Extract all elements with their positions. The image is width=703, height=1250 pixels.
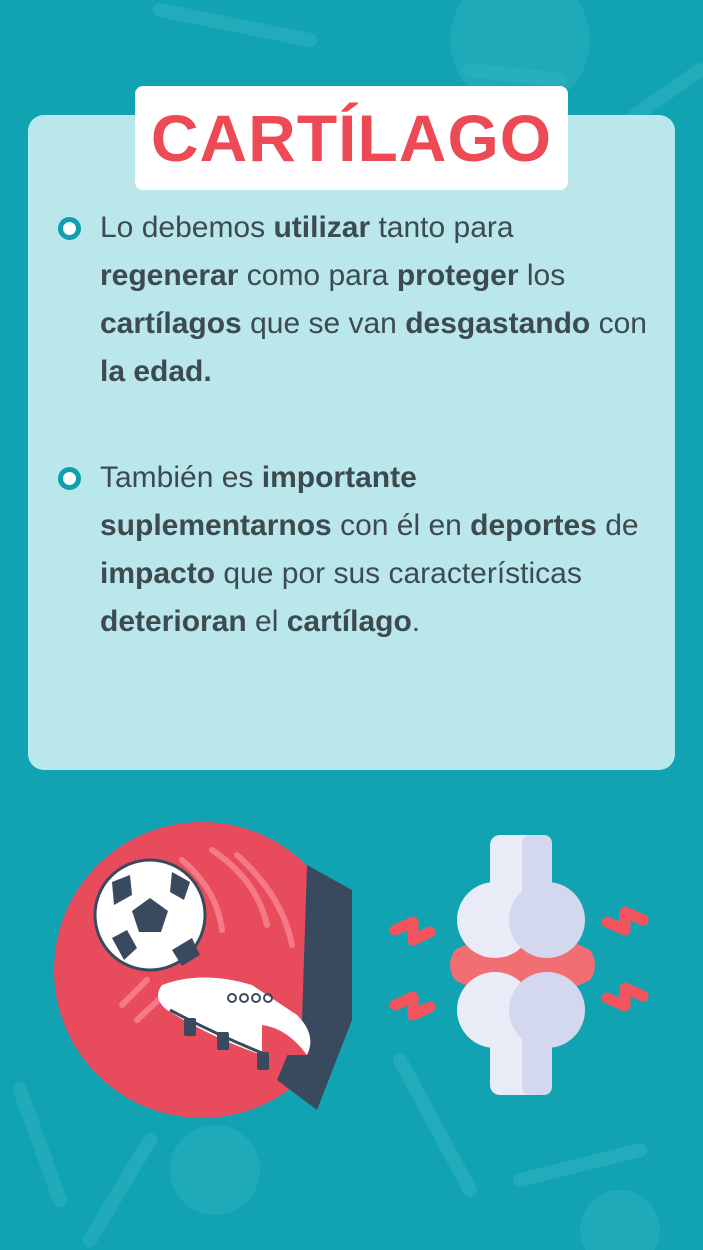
soccer-kick-icon (54, 822, 352, 1118)
text-segment: tanto para (370, 211, 514, 244)
bullet-list: Lo debemos utilizar tanto para regenerar… (58, 204, 653, 646)
text-segment-bold: utilizar (273, 211, 371, 244)
text-segment: como para (238, 259, 397, 292)
ring-bullet-icon (58, 217, 81, 240)
text-segment: los (518, 259, 566, 292)
text-segment: Lo debemos (100, 211, 274, 244)
text-segment: de (596, 509, 639, 542)
text-segment: . (411, 605, 421, 638)
text-segment-bold: proteger (396, 259, 519, 292)
text-segment: con él en (331, 509, 471, 542)
text-segment-bold: desgastando (405, 307, 591, 340)
ring-bullet-icon (58, 467, 81, 490)
bullet-text: Lo debemos utilizar tanto para regenerar… (100, 211, 647, 388)
bullet-item: Lo debemos utilizar tanto para regenerar… (58, 204, 653, 396)
page-title: CARTÍLAGO (150, 101, 553, 175)
text-segment: También es (100, 461, 262, 494)
text-segment-bold: la edad. (100, 355, 212, 388)
text-segment-bold: cartílago (286, 605, 412, 638)
bullet-text: También es importante suplementarnos con… (100, 461, 639, 638)
text-segment-bold: regenerar (100, 259, 239, 292)
text-segment-bold: deterioran (100, 605, 247, 638)
text-segment-bold: impacto (100, 557, 216, 590)
text-segment: que se van (241, 307, 406, 340)
text-segment-bold: deportes (470, 509, 597, 542)
text-segment: que por sus características (215, 557, 582, 590)
knee-joint-pain-icon (389, 835, 649, 1095)
text-segment: el (246, 605, 287, 638)
title-box: CARTÍLAGO (135, 86, 568, 190)
text-segment-bold: cartílagos (100, 307, 242, 340)
text-segment: con (590, 307, 647, 340)
bullet-item: También es importante suplementarnos con… (58, 454, 653, 646)
